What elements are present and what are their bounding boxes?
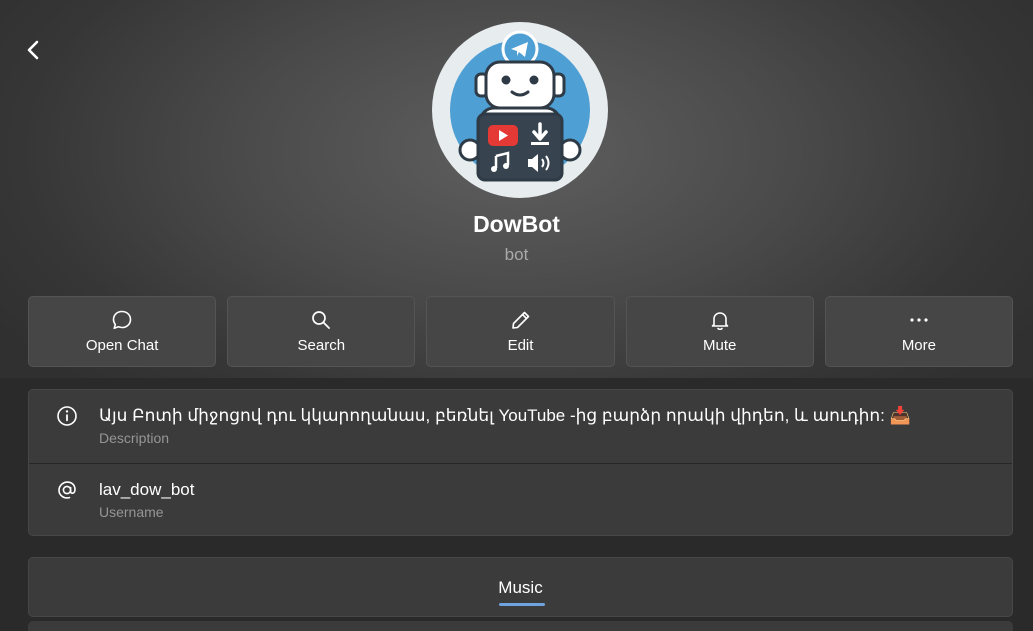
info-card: Այս Բոտի միջոցով դու կկարողանաս, բեռնել … — [28, 389, 1013, 536]
profile-subtitle: bot — [504, 245, 529, 264]
open-chat-button[interactable]: Open Chat — [28, 296, 217, 367]
pencil-icon — [509, 308, 533, 332]
search-button[interactable]: Search — [227, 296, 416, 367]
search-icon — [309, 308, 333, 332]
username-caption: Username — [99, 504, 164, 520]
more-dots-icon — [907, 308, 931, 332]
media-tabs: Music — [28, 557, 1013, 617]
username-text: lav_dow_bot — [99, 480, 195, 499]
edit-label: Edit — [507, 337, 534, 354]
back-button[interactable] — [18, 34, 50, 66]
bell-icon — [708, 308, 732, 332]
more-button[interactable]: More — [824, 296, 1014, 367]
avatar[interactable] — [432, 22, 608, 198]
tab-active-indicator — [499, 603, 545, 606]
action-bar: Open Chat Search Edit Mute More — [28, 296, 1014, 367]
chevron-left-icon — [27, 40, 39, 60]
mute-label: Mute — [703, 337, 737, 354]
search-label: Search — [297, 337, 346, 354]
at-sign-icon — [55, 478, 79, 502]
profile-header: DowBot bot Open Chat Search Edit Mute Mo… — [0, 0, 1033, 378]
info-icon — [55, 404, 79, 428]
chat-bubble-icon — [110, 308, 134, 332]
media-list-top — [28, 621, 1013, 631]
description-row[interactable]: Այս Բոտի միջոցով դու կկարողանաս, բեռնել … — [29, 390, 1012, 463]
edit-button[interactable]: Edit — [426, 296, 615, 367]
description-text: Այս Բոտի միջոցով դու կկարողանաս, բեռնել … — [99, 406, 911, 425]
description-caption: Description — [99, 430, 170, 446]
robot-bot-avatar-icon — [450, 30, 590, 182]
tab-music[interactable]: Music — [29, 578, 1012, 598]
username-row[interactable]: lav_dow_bot Username — [29, 463, 1012, 536]
profile-name: DowBot — [473, 211, 560, 237]
mute-button[interactable]: Mute — [625, 296, 814, 367]
open-chat-label: Open Chat — [85, 337, 159, 354]
more-label: More — [901, 337, 936, 354]
